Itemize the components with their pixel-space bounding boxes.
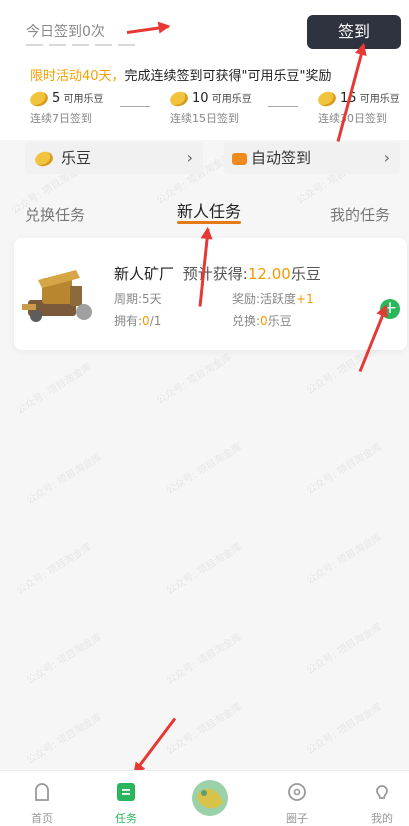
tab-newbie[interactable]: 新人任务 [177,198,241,222]
own-total: /1 [149,314,162,328]
nav-tasks[interactable]: 任务 [96,771,156,826]
today-signin-count: 今日签到0次 [26,24,105,40]
watermark-text: 公众号: 项目淘金库 [304,531,384,587]
watermark-text: 公众号: 项目淘金库 [164,541,244,597]
task-tabs: 兑换任务 新人任务 我的任务 [0,190,409,230]
watermark-text: 公众号: 项目淘金库 [154,351,234,407]
task-title: 新人矿厂 预计获得:12.00乐豆 [114,263,321,284]
watermark-text: 公众号: 项目淘金库 [24,631,104,687]
ledou-entry[interactable]: 乐豆 › [25,142,203,174]
reward-unit: 可用乐豆 [359,94,400,105]
watermark-text: 公众号: 项目淘金库 [164,631,244,687]
reward-30-days: 15 可用乐豆 连续30日签到 [316,89,408,126]
period-value: 5天 [142,292,162,306]
bottom-nav: 首页 任务 圈子 我的 [0,770,409,826]
circle-icon [288,783,306,801]
planet-icon [192,780,228,816]
task-own: 拥有:0/1 [114,312,161,329]
ledou-coin-icon [168,89,190,109]
reward-7-days: 5 可用乐豆 连续7日签到 [28,89,120,126]
own-label: 拥有: [114,314,143,328]
exchange-unit: 乐豆 [267,314,292,328]
watermark-text: 公众号: 项目淘金库 [164,701,244,757]
promo-text: 限时活动40天，完成连续签到可获得"可用乐豆"奖励 [30,65,332,84]
chevron-right-icon: › [383,148,390,167]
expected-label: 预计获得: [182,265,248,283]
active-tab-indicator [177,221,241,224]
task-exchange: 兑换:0乐豆 [232,312,292,329]
watermark-text: 公众号: 项目淘金库 [304,441,384,497]
reward-amount: 5 [52,91,61,106]
nav-label: 圈子 [286,812,308,825]
reward-unit: 可用乐豆 [63,94,104,105]
auto-signin-entry[interactable]: 自动签到 › [224,142,400,174]
reward-15-days: 10 可用乐豆 连续15日签到 [168,89,260,126]
ledou-coin-icon [33,149,55,168]
ledou-coin-icon [316,89,338,109]
reward-caption: 连续15日签到 [170,112,239,125]
promo-highlight: 限时活动40天， [30,69,125,84]
watermark-text: 公众号: 项目淘金库 [24,711,104,767]
task-name: 新人矿厂 [114,265,175,283]
profile-icon [376,785,388,799]
nav-profile[interactable]: 我的 [352,771,409,826]
watermark-text: 公众号: 项目淘金库 [304,701,384,757]
tab-exchange[interactable]: 兑换任务 [25,204,85,225]
ledou-label: 乐豆 [61,149,92,167]
reward-caption: 连续30日签到 [318,112,387,125]
ledou-coin-icon [28,89,50,109]
nav-label: 首页 [31,812,53,825]
tv-icon [232,152,247,165]
exchange-value: 0 [260,314,268,328]
task-period: 周期:5天 [114,290,162,307]
mine-machine-icon [22,270,92,322]
task-list-icon [117,783,135,801]
reward-separator [268,106,298,107]
reward-unit: 可用乐豆 [211,94,252,105]
nav-circle[interactable]: 圈子 [267,771,327,826]
watermark-text: 公众号: 项目淘金库 [164,441,244,497]
period-label: 周期: [114,292,143,306]
own-value: 0 [142,314,150,328]
reward-value: +1 [296,292,314,306]
reward-label: 奖励:活跃度 [232,292,297,306]
nav-center[interactable] [180,771,240,826]
signin-progress-dashes [26,44,141,63]
signin-panel: 今日签到0次 签到 限时活动40天，完成连续签到可获得"可用乐豆"奖励 5 可用… [0,0,409,140]
nav-home[interactable]: 首页 [12,771,72,826]
task-card: 新人矿厂 预计获得:12.00乐豆 周期:5天 奖励:活跃度+1 拥有:0/1 … [14,238,407,350]
watermark-text: 公众号: 项目淘金库 [24,451,104,507]
nav-label: 任务 [115,812,137,825]
expected-unit: 乐豆 [290,265,321,283]
nav-label: 我的 [371,812,393,825]
reward-caption: 连续7日签到 [30,112,92,125]
reward-amount: 10 [192,91,209,106]
expected-value: 12.00 [247,265,291,283]
tab-mine[interactable]: 我的任务 [330,204,390,225]
watermark-text: 公众号: 项目淘金库 [14,541,94,597]
watermark-text: 公众号: 项目淘金库 [304,621,384,677]
task-reward: 奖励:活跃度+1 [232,290,314,307]
home-icon [35,783,49,801]
chevron-right-icon: › [186,148,193,167]
watermark-text: 公众号: 项目淘金库 [14,361,94,417]
reward-separator [120,106,150,107]
auto-signin-label: 自动签到 [251,149,312,167]
signin-button[interactable]: 签到 [307,15,401,49]
exchange-label: 兑换: [232,314,261,328]
promo-body: 完成连续签到可获得"可用乐豆"奖励 [124,69,332,84]
